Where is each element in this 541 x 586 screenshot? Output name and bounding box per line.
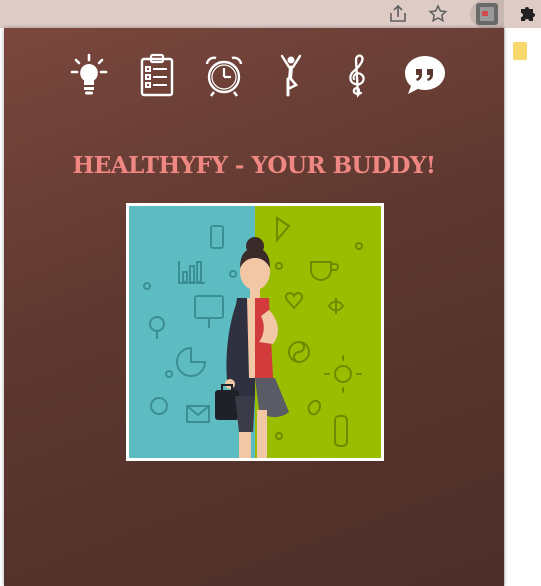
app-title: HEALTHYFY - YOUR BUDDY! (72, 152, 436, 179)
puzzle-icon[interactable] (516, 3, 538, 25)
share-icon[interactable] (387, 3, 409, 25)
extension-popup: HEALTHYFY - YOUR BUDDY! (4, 28, 504, 586)
page-background (504, 28, 541, 586)
music-icon[interactable] (336, 52, 382, 98)
alarm-clock-icon[interactable] (201, 52, 247, 98)
hero-image (126, 203, 384, 461)
star-icon[interactable] (427, 3, 449, 25)
icon-nav (4, 48, 504, 104)
sticky-note-icon (513, 42, 527, 60)
extension-icon[interactable] (476, 3, 498, 25)
lightbulb-icon[interactable] (66, 52, 112, 98)
clipboard-icon[interactable] (134, 52, 180, 98)
browser-toolbar (0, 0, 541, 28)
quote-icon[interactable] (402, 52, 448, 98)
yoga-icon[interactable] (268, 52, 314, 98)
